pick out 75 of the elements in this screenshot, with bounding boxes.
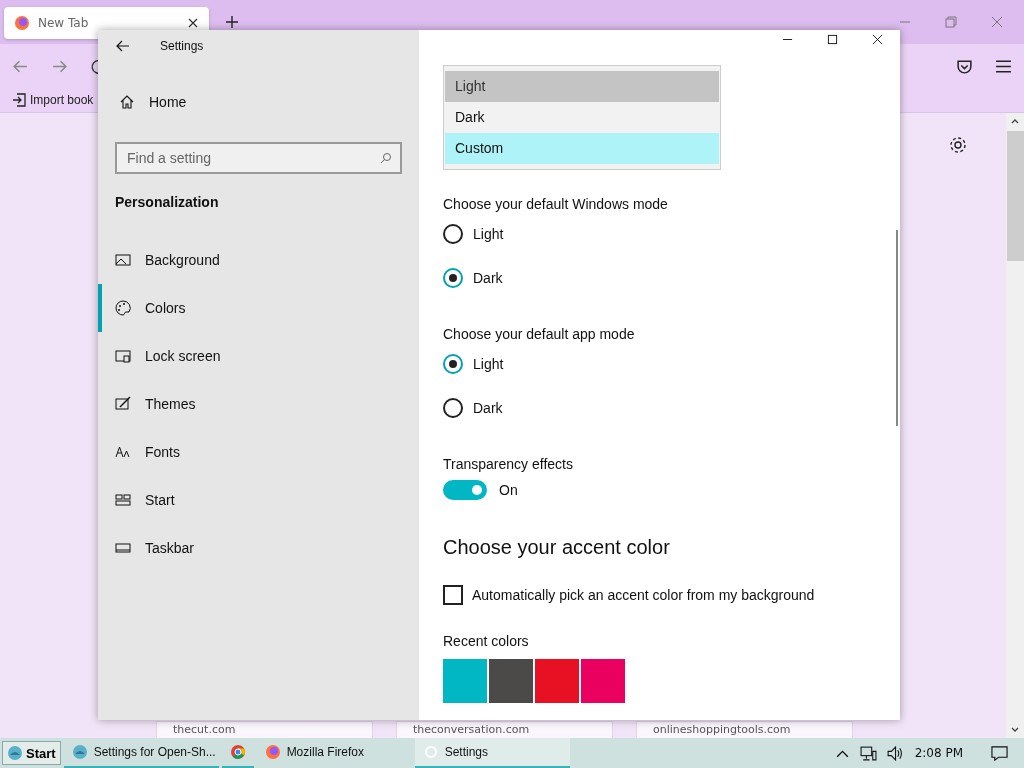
group-label: Choose your default app mode xyxy=(443,326,635,342)
nav-item[interactable]: Start xyxy=(98,476,419,524)
scrollbar[interactable] xyxy=(1006,113,1024,738)
gear-icon xyxy=(422,744,439,760)
group-label: Choose your default Windows mode xyxy=(443,196,668,212)
firefox-icon xyxy=(14,15,30,31)
chrome-icon xyxy=(229,744,246,760)
taskbar-button[interactable]: Mozilla Firefox xyxy=(256,738,412,768)
checkbox-label: Automatically pick an accent color from my background xyxy=(472,587,815,603)
start-menu-icon xyxy=(115,492,131,508)
section-heading: Choose your accent color xyxy=(443,536,670,559)
recent-colors-label: Recent colors xyxy=(443,633,529,649)
nav-item[interactable]: Themes xyxy=(98,380,419,428)
font-icon xyxy=(115,444,131,460)
start-button[interactable]: Start xyxy=(2,741,61,765)
volume-icon[interactable] xyxy=(885,744,903,762)
palette-icon xyxy=(115,300,131,316)
radio-button[interactable] xyxy=(443,268,463,288)
pocket-icon[interactable] xyxy=(956,57,973,75)
firefox-icon xyxy=(264,744,281,760)
window-title: Settings xyxy=(160,39,204,53)
toggle-label: Transparency effects xyxy=(443,456,573,472)
nav-item[interactable]: Lock screen xyxy=(98,332,419,380)
color-swatch[interactable] xyxy=(535,659,579,703)
close-icon[interactable] xyxy=(187,17,199,29)
clock[interactable]: 2:08 PM xyxy=(914,746,963,760)
menu-item[interactable]: Light xyxy=(445,71,719,102)
taskbar-button[interactable]: Settings xyxy=(414,738,570,768)
picture-icon xyxy=(115,252,131,268)
network-icon[interactable] xyxy=(859,744,877,762)
maximize-icon[interactable] xyxy=(827,33,838,45)
radio-label: Dark xyxy=(473,270,503,286)
close-icon[interactable] xyxy=(872,33,883,45)
shell-logo-icon xyxy=(71,744,88,760)
import-icon xyxy=(12,93,26,107)
nav-item[interactable]: Background xyxy=(98,236,419,284)
card-source: thecut.com xyxy=(173,723,236,736)
card-source: theconversation.com xyxy=(413,723,530,736)
menu-item[interactable]: Dark xyxy=(445,102,719,133)
scroll-thumb[interactable] xyxy=(1006,131,1024,261)
radio-button[interactable] xyxy=(443,224,463,244)
search-icon[interactable] xyxy=(380,152,392,164)
nav-item[interactable]: Taskbar xyxy=(98,524,419,572)
settings-icon[interactable] xyxy=(948,135,968,155)
toggle-state: On xyxy=(499,482,518,498)
back-icon[interactable] xyxy=(116,39,130,53)
color-swatch[interactable] xyxy=(443,659,487,703)
card-source: onlineshoppingtools.com xyxy=(653,723,791,736)
radio-button[interactable] xyxy=(443,354,463,374)
radio-label: Dark xyxy=(473,400,503,416)
article-card[interactable]: thecut.com xyxy=(156,721,373,738)
toggle-switch[interactable] xyxy=(443,480,487,500)
lock-screen-icon xyxy=(115,348,131,364)
new-tab-icon[interactable] xyxy=(225,15,239,29)
home-icon xyxy=(119,94,135,110)
article-card[interactable]: onlineshoppingtools.com xyxy=(636,721,853,738)
color-swatch[interactable] xyxy=(581,659,625,703)
checkbox[interactable] xyxy=(443,585,463,605)
taskbar-button[interactable]: Settings for Open-Sh... xyxy=(63,738,219,768)
menu-icon[interactable] xyxy=(995,57,1012,75)
radio-label: Light xyxy=(473,356,504,372)
article-card[interactable]: theconversation.com xyxy=(396,721,613,738)
taskbar-icon xyxy=(115,540,131,556)
radio-label: Light xyxy=(473,226,504,242)
menu-item[interactable]: Custom xyxy=(445,133,719,164)
section-heading: Personalization xyxy=(114,193,220,212)
search-field[interactable]: Find a setting xyxy=(115,142,402,174)
radio-button[interactable] xyxy=(443,398,463,418)
home-link[interactable]: Home xyxy=(98,62,419,142)
nav-item[interactable]: Fonts xyxy=(98,428,419,476)
shell-logo-icon xyxy=(7,745,23,761)
notifications-icon[interactable] xyxy=(991,744,1008,762)
brush-icon xyxy=(115,396,131,412)
color-swatch[interactable] xyxy=(489,659,533,703)
import-bookmarks-link[interactable]: Import book xyxy=(12,93,94,107)
